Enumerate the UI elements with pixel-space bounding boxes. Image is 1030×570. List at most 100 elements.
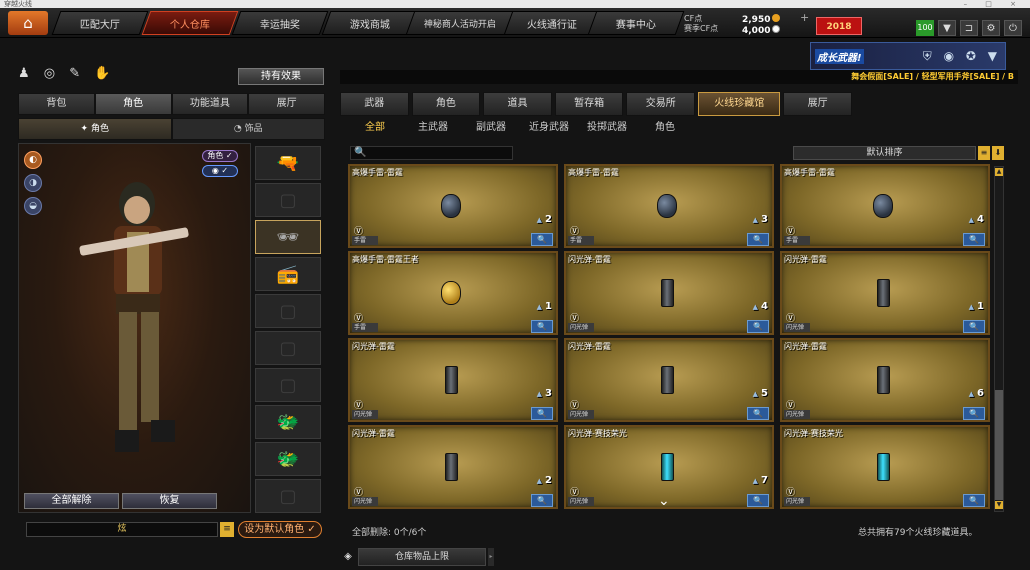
slot-back[interactable]: ▢ (255, 331, 321, 365)
storage-limit-button[interactable]: 仓库物品上限 (358, 548, 486, 566)
top-nav: ⌂ 匹配大厅 个人仓库 幸运抽奖 游戏商城 神秘商人活动开启 火线通行证 赛事中… (0, 8, 1030, 38)
tab-temp-box[interactable]: 暂存箱 (554, 92, 624, 116)
item-card[interactable]: 闪光弹-赛技荣光 Ⓥ 闪光弹 🔍 (780, 425, 990, 509)
item-card[interactable]: 高爆手雷-雷霆2Ⓥ手雷🔍 (348, 164, 558, 248)
subtab-accessories[interactable]: ◔ 饰品 (171, 118, 325, 140)
subtab-secondary[interactable]: 副武器 (464, 120, 518, 136)
slot-primary-weapon[interactable]: 🔫 (255, 146, 321, 180)
home-button[interactable]: ⌂ (8, 11, 48, 35)
item-card[interactable]: 闪光弹-雷霆6Ⓥ闪光弹🔍 (780, 338, 990, 422)
slot-pet-2[interactable]: 🐲 (255, 442, 321, 476)
magnify-button[interactable]: 🔍 (747, 407, 769, 420)
view-toggle[interactable]: ◉ ✓ (202, 165, 238, 177)
item-card[interactable]: 闪光弹-雷霆5Ⓥ闪光弹🔍 (564, 338, 774, 422)
item-type-tag: 闪光弹 (568, 323, 594, 332)
item-type-tag: 闪光弹 (568, 410, 594, 419)
tab-warehouse[interactable]: 个人仓库 (141, 11, 239, 35)
tab-showroom[interactable]: 展厅 (248, 93, 325, 115)
subtab-character[interactable]: ✦ 角色 (18, 118, 172, 140)
sort-list-icon[interactable]: ≡ (978, 146, 990, 160)
scroll-down-button[interactable]: ▼ (995, 501, 1003, 509)
slot-glasses[interactable]: 🕶 (255, 220, 321, 254)
sort-select[interactable]: 默认排序 (793, 146, 976, 160)
slot-radio[interactable]: 📻 (255, 257, 321, 291)
search-icon: 🔍 (354, 147, 367, 158)
subtab-character[interactable]: 角色 (638, 120, 692, 136)
item-card[interactable]: 闪光弹-雷霆3Ⓥ闪光弹🔍 (348, 338, 558, 422)
item-card[interactable]: 高爆手雷-雷霆4Ⓥ手雷🔍 (780, 164, 990, 248)
list-icon[interactable]: ≡ (220, 522, 234, 537)
tab-exchange[interactable]: 交易所 (626, 92, 696, 116)
item-card[interactable]: 闪光弹-雷霆1Ⓥ闪光弹🔍 (780, 251, 990, 335)
color-option-2[interactable]: ◑ (24, 174, 42, 192)
tab-lucky-draw[interactable]: 幸运抽奖 (231, 11, 329, 35)
scroll-up-button[interactable]: ▲ (995, 168, 1003, 176)
left-toolbar-icons[interactable]: ♟ ◎ ✎ ✋ (18, 66, 115, 81)
character-preview[interactable] (18, 143, 251, 513)
subtab-melee[interactable]: 近身武器 (522, 120, 576, 136)
window-controls[interactable]: – □ × (964, 0, 1024, 8)
item-card[interactable]: 闪光弹-雷霆2Ⓥ闪光弹🔍 (348, 425, 558, 509)
tab-items[interactable]: 道具 (483, 92, 552, 116)
clear-all-button[interactable]: 全部解除 (24, 493, 119, 509)
magnify-button[interactable]: 🔍 (963, 233, 985, 246)
magnify-button[interactable]: 🔍 (531, 233, 553, 246)
item-card[interactable]: 闪光弹-雷霆4Ⓥ闪光弹🔍 (564, 251, 774, 335)
tab-shop[interactable]: 游戏商城 (321, 11, 419, 35)
magnify-button[interactable]: 🔍 (963, 407, 985, 420)
sale-ticker[interactable]: 舞会假面[SALE] / 轻型军用手斧[SALE] / B (340, 70, 1018, 84)
subtab-primary[interactable]: 主武器 (406, 120, 460, 136)
gear-icon[interactable]: ⚙ (982, 20, 1000, 36)
magnify-button[interactable]: 🔍 (963, 494, 985, 507)
tab-bag[interactable]: 背包 (18, 93, 95, 115)
tab-showroom-right[interactable]: 展厅 (783, 92, 852, 116)
tab-character[interactable]: 角色 (94, 93, 172, 115)
banner-icons[interactable]: ⛨ ◉ ✪ ▼ (923, 49, 1005, 64)
slot-head[interactable]: ▢ (255, 183, 321, 217)
color-option-1[interactable]: ◐ (24, 151, 42, 169)
effects-button[interactable]: 持有效果 (238, 68, 324, 85)
magnify-button[interactable]: 🔍 (531, 320, 553, 333)
event-badge[interactable]: 2018 (816, 17, 862, 35)
tab-weapons[interactable]: 武器 (340, 92, 409, 116)
tab-events[interactable]: 赛事中心 (587, 11, 685, 35)
character-name-field[interactable]: 炫 (26, 522, 218, 537)
magnify-button[interactable]: 🔍 (747, 494, 769, 507)
tab-match-lobby[interactable]: 匹配大厅 (51, 11, 149, 35)
color-option-3[interactable]: ◒ (24, 197, 42, 215)
delete-all-status[interactable]: 全部删除: 0个/6个 (352, 525, 426, 538)
search-input[interactable]: 🔍 (350, 146, 513, 160)
add-cf-button[interactable]: + (800, 12, 809, 23)
magnify-button[interactable]: 🔍 (531, 407, 553, 420)
tab-characters[interactable]: 角色 (411, 92, 481, 116)
slot-extra[interactable]: ▢ (255, 479, 321, 513)
role-toggle[interactable]: 角色 ✓ (202, 150, 238, 162)
subtab-all[interactable]: 全部 (348, 120, 402, 136)
item-card[interactable]: 高爆手雷-雷霆王者1Ⓥ手雷🔍 (348, 251, 558, 335)
magnify-button[interactable]: 🔍 (963, 320, 985, 333)
restore-button[interactable]: 恢复 (122, 493, 217, 509)
tab-function-items[interactable]: 功能道具 (171, 93, 249, 115)
storage-arrow-icon[interactable]: ▸ (488, 548, 494, 566)
chevron-down-icon[interactable]: ⌄ (658, 493, 670, 509)
item-card[interactable]: 高爆手雷-雷霆3Ⓥ手雷🔍 (564, 164, 774, 248)
set-default-character-button[interactable]: 设为默认角色 ✓ (238, 521, 322, 538)
magnify-button[interactable]: 🔍 (747, 233, 769, 246)
power-icon[interactable]: ⏻ (1004, 20, 1022, 36)
tab-mystery-merchant[interactable]: 神秘商人活动开启 (405, 11, 515, 35)
subtab-throwable[interactable]: 投掷武器 (580, 120, 634, 136)
rank-icon[interactable]: ▼ (938, 20, 956, 36)
slot-pet-1[interactable]: 🐲 (255, 405, 321, 439)
item-image (650, 188, 684, 224)
slot-body[interactable]: ▢ (255, 294, 321, 328)
scroll-thumb[interactable] (995, 390, 1003, 500)
promo-banner[interactable]: 成长武器! ⛨ ◉ ✪ ▼ (810, 42, 1006, 70)
item-type-tag: 闪光弹 (352, 410, 378, 419)
sort-direction-icon[interactable]: ⬇ (992, 146, 1004, 160)
tab-battle-pass[interactable]: 火线通行证 (503, 11, 601, 35)
magnify-button[interactable]: 🔍 (747, 320, 769, 333)
magnify-button[interactable]: 🔍 (531, 494, 553, 507)
tab-collection[interactable]: 火线珍藏馆 (698, 92, 781, 116)
logout-icon[interactable]: ⊐ (960, 20, 978, 36)
slot-waist[interactable]: ▢ (255, 368, 321, 402)
